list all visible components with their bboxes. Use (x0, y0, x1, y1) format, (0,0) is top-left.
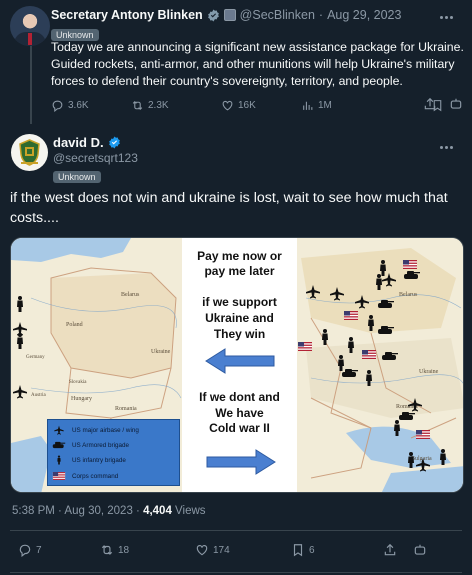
soldier-icon (57, 455, 61, 465)
author-handle[interactable]: @SecBlinken (240, 8, 315, 22)
tweet-text: if the west does not win and ukraine is … (10, 190, 448, 226)
caption-line: Ukraine and (205, 311, 274, 325)
map-label: Slovakia (69, 380, 87, 385)
caption-line: pay me later (204, 264, 275, 278)
map-label: Bulgaria (411, 456, 432, 462)
divider (10, 530, 462, 531)
author-name[interactable]: Secretary Antony Blinken (51, 8, 203, 22)
author-name[interactable]: david D. (53, 135, 104, 150)
repost-button[interactable]: 18 (100, 543, 195, 557)
more-options-icon[interactable] (440, 13, 454, 21)
tank-icon (52, 441, 66, 449)
government-flag-icon (223, 9, 236, 21)
avatar[interactable] (11, 134, 48, 171)
grok-icon (414, 544, 426, 555)
bookmark-button[interactable]: 6 (291, 543, 383, 557)
caption-line: If we dont and (199, 390, 280, 404)
repost-icon (132, 100, 143, 111)
label-badge: Unknown (53, 167, 101, 185)
like-button[interactable]: 16K (221, 99, 301, 112)
map-label: Hungary (71, 396, 92, 402)
tweet-image[interactable]: Belarus Poland Ukraine Hungary Romania G… (10, 237, 464, 493)
tweet-header: Secretary Antony Blinken @SecBlinken · A… (51, 8, 401, 22)
caption-line: Cold war II (209, 421, 270, 435)
views-chart-icon (303, 101, 313, 110)
heart-icon (196, 545, 208, 556)
map-label: Romania (115, 406, 137, 412)
divider (10, 572, 462, 573)
heart-icon (222, 100, 233, 111)
verified-badge-icon (108, 136, 120, 149)
views-count: 4,404 (143, 505, 172, 517)
airplane-icon (54, 425, 64, 435)
thread-line (30, 44, 32, 124)
tweet-timestamp[interactable]: 5:38 PM · Aug 30, 2023 · (12, 505, 143, 517)
verified-badge-icon (207, 9, 219, 21)
map-label: Ukraine (419, 369, 439, 375)
grok-button[interactable] (413, 543, 433, 557)
tweet-actions: 7 18 174 6 (18, 543, 463, 557)
repost-button[interactable]: 2.3K (131, 99, 221, 112)
tweet-meta: 5:38 PM · Aug 30, 2023 · 4,404 Views (12, 505, 206, 517)
reply-button[interactable]: 7 (18, 543, 100, 557)
map-label: Ukraine (151, 349, 171, 355)
tweet-date[interactable]: Aug 29, 2023 (327, 8, 401, 22)
us-flag-icon (52, 472, 66, 480)
share-icon (384, 543, 396, 556)
map-label: Belarus (399, 292, 418, 298)
reply-icon (19, 544, 31, 557)
author-name-row[interactable]: david D. (53, 135, 121, 150)
reply-icon (52, 100, 63, 112)
map-label: Belarus (121, 292, 140, 298)
caption-panel: Pay me now or pay me later if we support… (182, 238, 297, 492)
bookmark-icon (293, 544, 303, 557)
more-options-icon[interactable] (440, 142, 454, 152)
like-button[interactable]: 174 (195, 543, 291, 557)
share-button[interactable] (383, 543, 413, 557)
avatar[interactable] (10, 6, 50, 46)
caption-line: Pay me now or (197, 249, 282, 263)
tweet-actions: 3.6K 2.3K 16K 1M (51, 99, 461, 112)
map-label: Germany (26, 355, 45, 360)
repost-icon (101, 545, 113, 555)
left-arrow-icon (205, 348, 275, 374)
map-label: Poland (66, 322, 83, 328)
grok-icon[interactable] (449, 97, 463, 111)
reply-button[interactable]: 3.6K (51, 99, 131, 112)
caption-line: if we support (202, 295, 277, 309)
share-icon[interactable] (423, 97, 437, 111)
views-label: Views (175, 505, 206, 517)
map-label: Austria (31, 393, 47, 398)
parent-tweet[interactable]: Secretary Antony Blinken @SecBlinken · A… (0, 0, 472, 125)
views-button[interactable]: 1M (301, 99, 431, 112)
right-arrow-icon (206, 449, 276, 475)
caption-line: We have (215, 406, 264, 420)
separator: · (318, 8, 324, 22)
caption-line: They win (213, 327, 266, 341)
author-handle[interactable]: @secretsqrt123 (53, 151, 138, 165)
map-legend: US major airbase / wing US Armored briga… (47, 419, 180, 486)
tweet-text: Today we are announcing a significant ne… (51, 40, 464, 88)
